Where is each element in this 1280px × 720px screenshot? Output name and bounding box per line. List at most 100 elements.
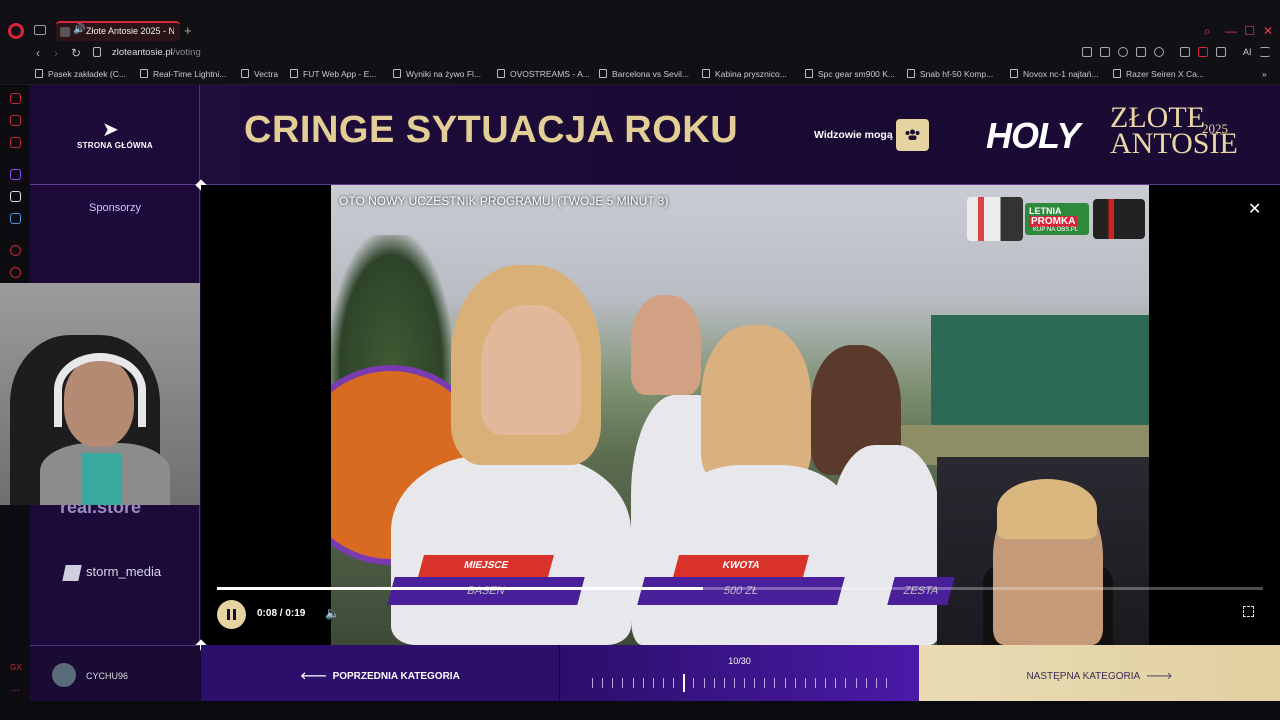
ai-button[interactable]: AI [1243, 47, 1252, 57]
back-icon[interactable]: ‹ [36, 46, 40, 60]
music-icon[interactable] [10, 137, 21, 148]
download-icon[interactable] [1216, 47, 1226, 57]
viewers-button[interactable] [896, 119, 929, 151]
video-progress-bar[interactable] [217, 587, 1263, 590]
category-tick[interactable] [652, 678, 654, 688]
shield-icon[interactable] [1118, 47, 1128, 57]
category-tick[interactable] [886, 678, 887, 688]
page-icon [805, 69, 813, 78]
bookmark-item[interactable]: Barcelona vs Sevil... [599, 69, 689, 79]
home-link[interactable]: STRONA GŁÓWNA [30, 141, 200, 150]
sponsor-ad-banner[interactable]: LETNIA PROMKA KUP NA OBS.PL [963, 191, 1147, 247]
category-tick[interactable] [764, 678, 766, 688]
viewers-label: Widzowie mogą [814, 129, 893, 141]
search-tabs-icon[interactable]: ⌕ [1204, 24, 1211, 39]
video-player[interactable]: OTO NOWY UCZESTNIK PROGRAMU! (TWOJE 5 MI… [331, 185, 1149, 645]
heart-icon[interactable] [1154, 47, 1164, 57]
back-arrow-icon[interactable]: ➤ [102, 117, 119, 142]
category-tick[interactable] [723, 678, 725, 688]
bookmark-item[interactable]: Novox nc-1 najtań... [1010, 69, 1099, 79]
next-category-button[interactable]: NASTĘPNA KATEGORIA 🡒 [919, 645, 1280, 701]
maximize-button[interactable]: ☐ [1244, 24, 1255, 38]
category-tick[interactable] [642, 678, 644, 688]
category-tick[interactable] [673, 678, 675, 688]
sponsors-heading: Sponsorzy [89, 202, 141, 214]
page-icon [290, 69, 298, 78]
previous-category-button[interactable]: 🡐 POPRZEDNIA KATEGORIA [201, 645, 559, 701]
category-tick[interactable] [703, 678, 705, 688]
bookmark-item[interactable]: Razer Seiren X Ca... [1113, 69, 1204, 79]
bookmark-item[interactable]: Wyniki na żywo Fl... [393, 69, 481, 79]
category-tick[interactable] [744, 678, 746, 688]
snapshot-icon[interactable] [1100, 47, 1110, 57]
more-bookmarks-icon[interactable]: » [1262, 69, 1267, 79]
category-tick[interactable] [855, 678, 857, 688]
new-tab-button[interactable]: + [184, 23, 192, 38]
bookmark-item[interactable]: Pasek zakładek (C... [35, 69, 126, 79]
extensions-icon[interactable] [1180, 47, 1190, 57]
tab-islands-icon[interactable] [34, 25, 46, 35]
sponsor-storm-media[interactable]: storm_media [86, 564, 161, 579]
messenger-icon[interactable] [10, 115, 21, 126]
category-tick[interactable] [632, 678, 634, 688]
category-ticks[interactable] [592, 674, 888, 692]
bookmark-icon[interactable] [1082, 47, 1092, 57]
category-tick[interactable] [754, 678, 756, 688]
close-window-button[interactable]: ✕ [1263, 24, 1273, 38]
people-icon [905, 129, 920, 140]
category-tick[interactable] [815, 678, 817, 688]
category-tick-active[interactable] [683, 674, 686, 692]
home-icon[interactable] [10, 93, 21, 104]
lock-icon[interactable] [93, 47, 101, 57]
player-icon[interactable] [1136, 47, 1146, 57]
x-icon[interactable] [10, 191, 21, 202]
category-tick[interactable] [622, 678, 624, 688]
history-icon[interactable] [10, 267, 21, 278]
app-icon[interactable] [10, 213, 21, 224]
forward-icon[interactable]: › [54, 46, 58, 60]
category-tick[interactable] [804, 678, 806, 688]
bookmark-item[interactable]: Vectra [241, 69, 278, 79]
category-tick[interactable] [784, 678, 786, 688]
bookmark-item[interactable]: FUT Web App - E... [290, 69, 376, 79]
gx-icon[interactable]: GX [10, 663, 22, 674]
audio-playing-icon[interactable]: 🔊 [73, 24, 85, 35]
category-tick[interactable] [592, 678, 593, 688]
bookmark-item[interactable]: Snab hf-50 Komp... [907, 69, 993, 79]
menu-icon[interactable] [1260, 47, 1270, 57]
bookmark-item[interactable]: Real-Time Lightni... [140, 69, 226, 79]
overlay-value: ZESTA [887, 577, 955, 605]
bookmark-item[interactable]: Spc gear sm900 K... [805, 69, 895, 79]
category-tick[interactable] [774, 678, 776, 688]
twitch-icon[interactable] [10, 169, 21, 180]
category-tick[interactable] [713, 678, 715, 688]
close-modal-button[interactable]: ✕ [1248, 199, 1261, 219]
overlay-label: KWOTA [673, 555, 809, 577]
user-profile[interactable]: CYCHU96 [30, 645, 200, 701]
category-tick[interactable] [733, 678, 735, 688]
pause-button[interactable] [217, 600, 246, 629]
category-tick[interactable] [825, 678, 827, 688]
category-tick[interactable] [794, 678, 796, 688]
category-tick[interactable] [662, 678, 664, 688]
category-tick[interactable] [693, 678, 695, 688]
account-icon[interactable] [1198, 47, 1208, 57]
url-field[interactable]: zloteantosie.pl/voting [112, 47, 201, 58]
player-sidebar-icon[interactable] [10, 245, 21, 256]
headset-shape [54, 353, 146, 427]
reload-icon[interactable]: ↻ [71, 46, 81, 60]
volume-icon[interactable]: 🔈 [325, 606, 340, 620]
bookmark-item[interactable]: Kabina prysznico... [702, 69, 787, 79]
category-tick[interactable] [845, 678, 847, 688]
category-tick[interactable] [602, 678, 604, 688]
browser-tab-active[interactable]: 🔊 Złote Antosie 2025 - N [56, 21, 180, 41]
more-icon[interactable]: … [10, 683, 21, 694]
category-tick[interactable] [835, 678, 837, 688]
category-tick[interactable] [865, 678, 867, 688]
category-tick[interactable] [612, 678, 614, 688]
category-tick[interactable] [875, 678, 877, 688]
opera-logo-icon[interactable] [8, 23, 24, 39]
minimize-button[interactable]: — [1225, 24, 1237, 38]
fullscreen-icon[interactable] [1243, 606, 1254, 617]
bookmark-item[interactable]: OVOSTREAMS - A... [497, 69, 590, 79]
